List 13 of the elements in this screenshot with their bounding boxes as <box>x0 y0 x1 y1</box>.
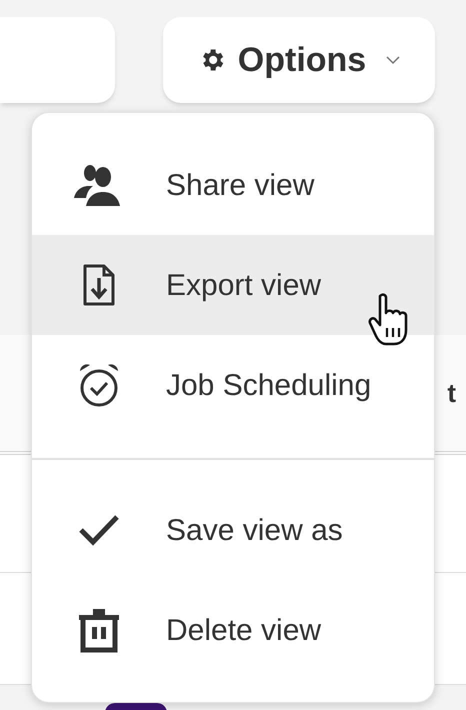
input-field[interactable] <box>0 17 115 103</box>
column-header: t <box>447 376 456 410</box>
options-button[interactable]: Options <box>163 17 435 103</box>
alarm-clock-icon <box>77 362 121 408</box>
download-file-icon <box>82 263 116 307</box>
chevron-down-icon <box>386 56 400 64</box>
menu-item[interactable]: Delete view <box>32 580 434 680</box>
menu-item[interactable]: Save view as <box>32 480 434 580</box>
menu-item[interactable]: Share view <box>32 135 434 235</box>
trash-icon <box>77 607 121 653</box>
menu-item[interactable]: Job Scheduling <box>32 335 434 435</box>
menu-item[interactable]: Export view <box>32 235 434 335</box>
checkmark-icon <box>78 514 120 546</box>
